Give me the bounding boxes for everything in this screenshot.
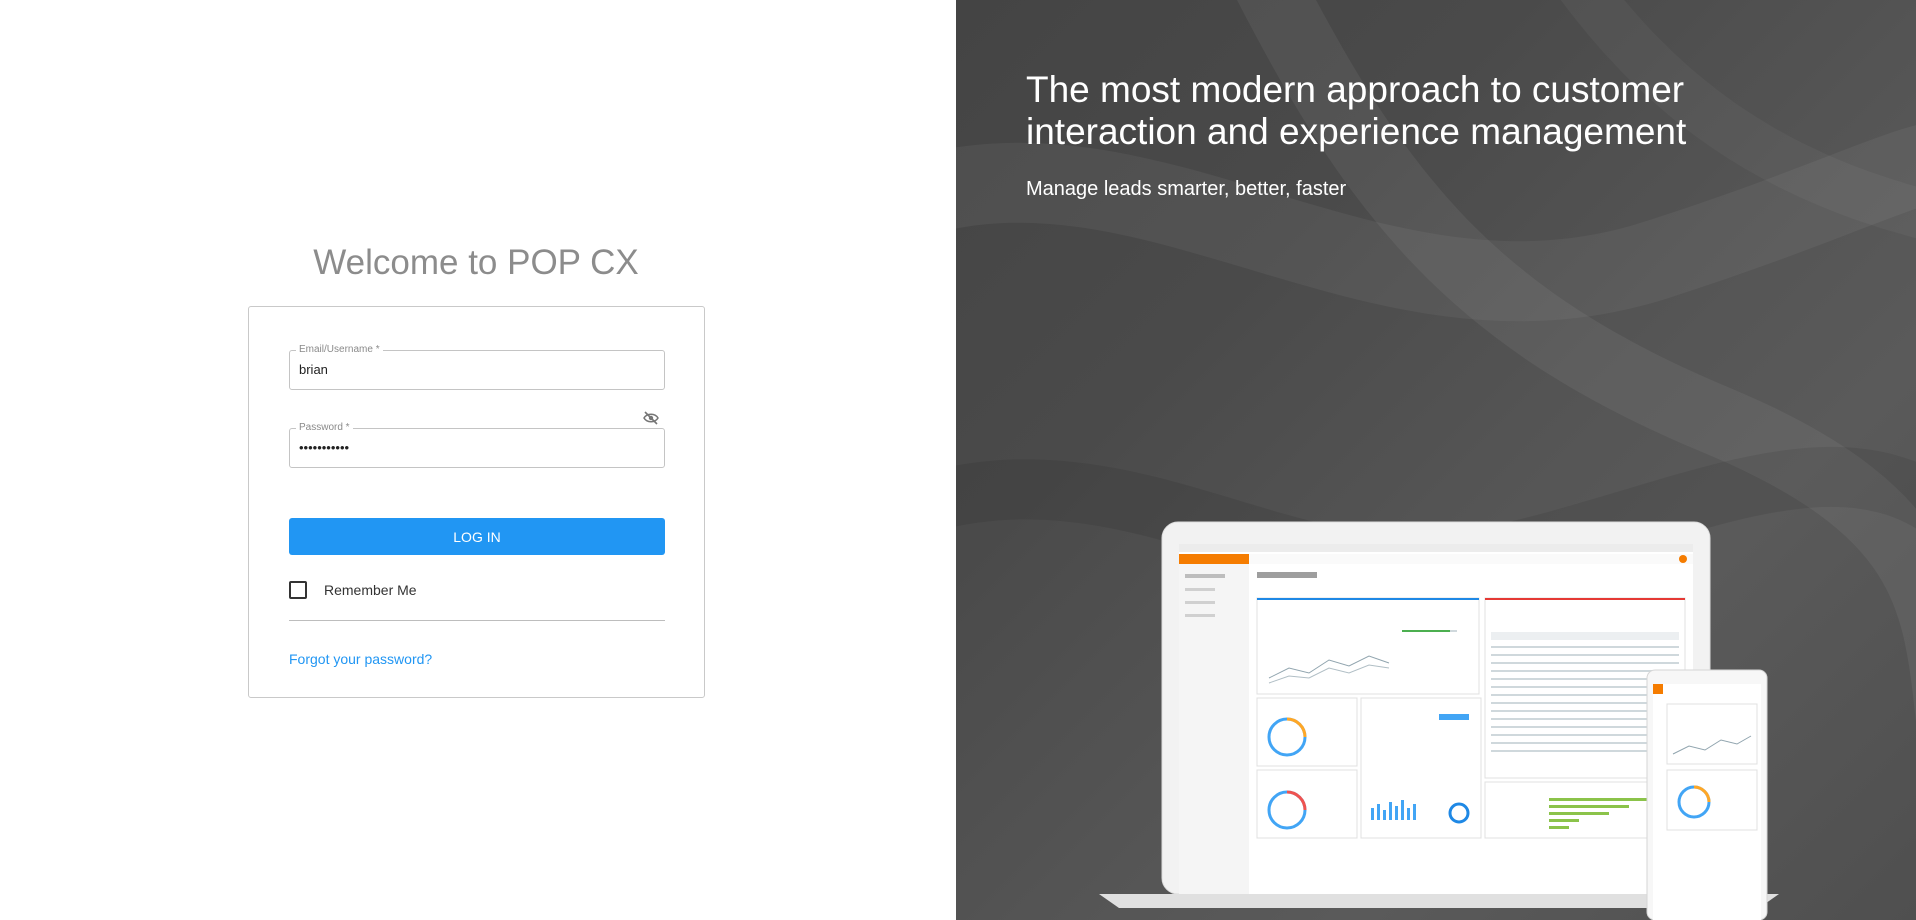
login-card: Email/Username * Password * LOG IN Remem… [248,306,705,698]
forgot-password-link[interactable]: Forgot your password? [289,651,432,667]
promo-panel: The most modern approach to customer int… [956,0,1916,920]
welcome-title: Welcome to POP CX [313,243,639,282]
password-input[interactable] [299,440,629,455]
remember-checkbox[interactable] [289,581,307,599]
promo-subline: Manage leads smarter, better, faster [1026,178,1347,200]
remember-me[interactable]: Remember Me [289,580,417,600]
email-input[interactable] [299,362,629,377]
remember-label: Remember Me [324,582,417,598]
email-label: Email/Username * [296,344,383,356]
login-panel: Welcome to POP CX Email/Username * Passw… [0,0,956,920]
login-button[interactable]: LOG IN [289,518,665,555]
password-label: Password * [296,422,353,434]
divider [289,620,665,621]
promo-headline: The most modern approach to customer int… [1026,69,1687,152]
eye-off-icon[interactable] [643,411,659,425]
password-field[interactable]: Password * [289,422,665,468]
email-field[interactable]: Email/Username * [289,344,665,390]
device-mockup-image [1099,521,1779,920]
